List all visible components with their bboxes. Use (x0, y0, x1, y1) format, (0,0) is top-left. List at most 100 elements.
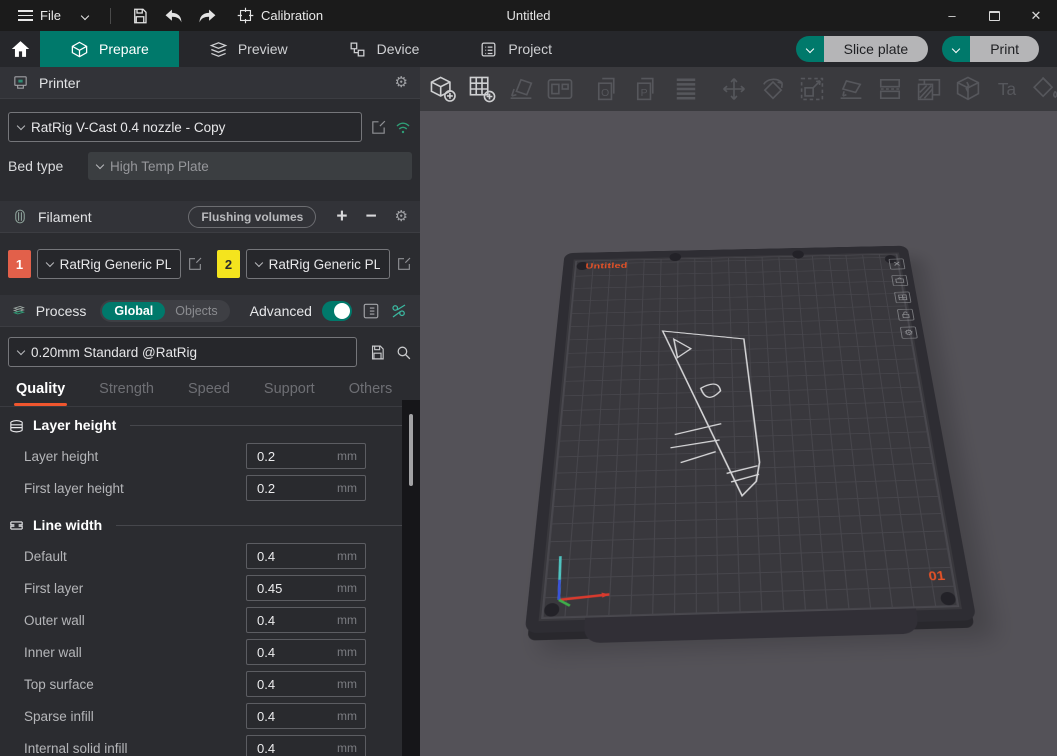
print-button[interactable]: Print (942, 36, 1039, 62)
plate-name-edit-icon[interactable] (891, 275, 908, 286)
filament-2-badge[interactable]: 2 (217, 250, 240, 278)
tab-preview[interactable]: Preview (179, 31, 318, 67)
minimize-button[interactable]: – (931, 0, 973, 31)
build-plate-surface[interactable]: Untitled 01 ✕ (525, 246, 977, 634)
printer-connection-button[interactable] (394, 120, 412, 135)
add-object-icon[interactable] (428, 74, 458, 104)
scope-objects-option[interactable]: Objects (165, 302, 227, 320)
printer-preset-value: RatRig V-Cast 0.4 nozzle - Copy (31, 120, 225, 135)
flushing-volumes-button[interactable]: Flushing volumes (188, 206, 316, 228)
cube-icon (70, 40, 89, 59)
move-icon[interactable] (719, 74, 749, 104)
scale-icon[interactable] (797, 74, 827, 104)
setting-row: First layer 0.45 mm (8, 572, 402, 604)
setting-row: Layer height 0.2 mm (8, 440, 402, 472)
remove-filament-button[interactable]: − (365, 207, 376, 226)
printer-settings-gear-icon[interactable]: ⚙ (395, 75, 408, 90)
split-to-parts-icon[interactable]: P (632, 74, 662, 104)
undo-button[interactable] (159, 3, 189, 29)
setting-input[interactable]: 0.4 mm (246, 703, 366, 729)
edit-filament-2-button[interactable] (396, 256, 412, 272)
scene-3d[interactable]: Untitled 01 ✕ (420, 111, 1057, 756)
advanced-toggle[interactable] (322, 301, 352, 321)
setting-input[interactable]: 0.4 mm (246, 735, 366, 756)
tab-device[interactable]: Device (318, 31, 450, 67)
scope-global-option[interactable]: Global (102, 302, 165, 320)
divider (110, 8, 111, 24)
file-menu-button[interactable]: File (10, 4, 96, 27)
project-icon (479, 40, 498, 59)
tab-project[interactable]: Project (449, 31, 582, 67)
setting-row: Default 0.4 mm (8, 540, 402, 572)
search-settings-button[interactable] (395, 344, 412, 361)
tab-prepare[interactable]: Prepare (40, 31, 179, 67)
lay-on-face-icon[interactable] (836, 74, 866, 104)
delete-plate-icon[interactable]: ✕ (888, 259, 905, 270)
setting-input[interactable]: 0.4 mm (246, 671, 366, 697)
parameter-list-button[interactable] (362, 302, 380, 320)
filament-2-dropdown[interactable]: RatRig Generic PLA (246, 249, 390, 279)
plate-name-label[interactable]: Untitled (585, 261, 628, 271)
redo-button[interactable] (193, 3, 223, 29)
edit-printer-button[interactable] (370, 119, 387, 136)
setting-label: Inner wall (24, 645, 246, 660)
save-button[interactable] (125, 3, 155, 29)
setting-input[interactable]: 0.2 mm (246, 475, 366, 501)
origin-axes (542, 549, 625, 611)
chevron-down-icon (81, 11, 89, 19)
print-options-dropdown[interactable] (942, 36, 970, 62)
scrollbar-thumb[interactable] (409, 414, 413, 486)
settings-scrollbar[interactable] (402, 400, 420, 756)
process-preset-dropdown[interactable]: 0.20mm Standard @RatRig (8, 337, 357, 367)
cut-icon[interactable] (875, 74, 905, 104)
setting-value: 0.4 (257, 741, 337, 756)
compare-presets-button[interactable] (390, 302, 408, 320)
filament-1-badge[interactable]: 1 (8, 250, 31, 278)
model-wireframe-cat[interactable] (624, 320, 797, 522)
printer-preset-dropdown[interactable]: RatRig V-Cast 0.4 nozzle - Copy (8, 112, 362, 142)
setting-label: Layer height (24, 449, 246, 464)
home-icon (11, 40, 30, 58)
text-tool-icon[interactable]: Ta (992, 74, 1022, 104)
setting-input[interactable]: 0.45 mm (246, 575, 366, 601)
setting-label: First layer height (24, 481, 246, 496)
print-label: Print (970, 36, 1039, 62)
setting-input[interactable]: 0.4 mm (246, 543, 366, 569)
chevron-down-icon (952, 45, 960, 53)
slice-options-dropdown[interactable] (796, 36, 824, 62)
line-width-group-header: Line width (8, 510, 402, 540)
filament-2-preset: RatRig Generic PLA (269, 257, 380, 272)
paint-tool-icon[interactable] (1031, 74, 1057, 104)
build-plate[interactable]: Untitled 01 ✕ (525, 246, 977, 634)
maximize-button[interactable] (973, 0, 1015, 31)
auto-orient-icon[interactable] (506, 74, 536, 104)
calibration-button[interactable]: Calibration (227, 7, 333, 24)
setting-input[interactable]: 0.4 mm (246, 639, 366, 665)
filament-settings-gear-icon[interactable]: ⚙ (395, 209, 408, 224)
arrange-icon[interactable] (545, 74, 575, 104)
rotate-icon[interactable] (758, 74, 788, 104)
save-preset-button[interactable] (369, 344, 386, 361)
filament-1-dropdown[interactable]: RatRig Generic PLA (37, 249, 181, 279)
settings-sidebar: Printer ⚙ RatRig V-Cast 0.4 nozzle - Cop… (0, 67, 420, 756)
process-scope-toggle[interactable]: Global Objects (100, 300, 229, 322)
split-to-objects-icon[interactable]: O (593, 74, 623, 104)
plate-settings-gear-icon[interactable]: ⚙ (900, 327, 918, 339)
layer-height-icon (8, 418, 25, 433)
home-button[interactable] (0, 31, 40, 67)
lock-plate-icon[interactable] (897, 309, 915, 321)
chevron-down-icon (96, 160, 104, 168)
edit-filament-1-button[interactable] (187, 256, 203, 272)
close-button[interactable]: ✕ (1015, 0, 1057, 31)
bed-type-dropdown[interactable]: High Temp Plate (88, 152, 412, 180)
printer-section-title: Printer (39, 75, 80, 91)
split-cube-icon[interactable] (953, 74, 983, 104)
add-plate-icon[interactable] (467, 74, 497, 104)
mesh-boolean-icon[interactable] (914, 74, 944, 104)
setting-input[interactable]: 0.4 mm (246, 607, 366, 633)
slice-plate-button[interactable]: Slice plate (796, 36, 929, 62)
setting-input[interactable]: 0.2 mm (246, 443, 366, 469)
add-filament-button[interactable]: + (336, 207, 347, 226)
variable-layer-height-icon[interactable] (671, 74, 701, 104)
arrange-plate-icon[interactable] (894, 292, 911, 304)
